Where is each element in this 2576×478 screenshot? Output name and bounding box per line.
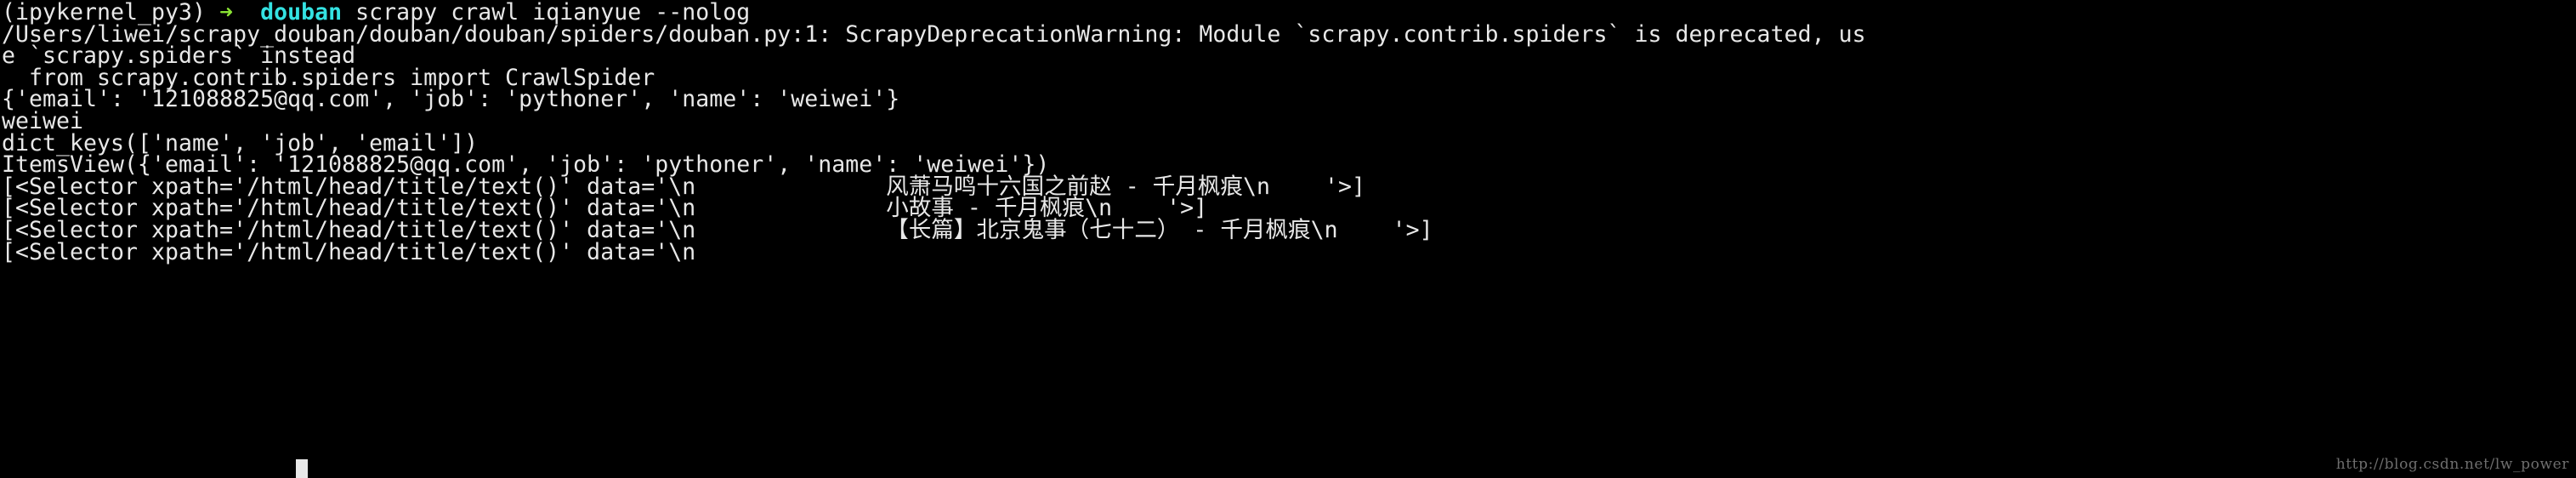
output-line: e `scrapy.spiders` instead [2, 43, 356, 70]
output-line: ItemsView({'email': '121088825@qq.com', … [2, 151, 1050, 179]
output-line: /Users/liwei/scrapy_douban/douban/douban… [2, 20, 1866, 48]
prompt-line: (ipykernel_py3) ➜ douban scrapy crawl iq… [0, 1, 2576, 24]
output-line: weiwei [2, 107, 84, 134]
text-cursor [296, 459, 308, 478]
output-line: {'email': '121088825@qq.com', 'job': 'py… [2, 86, 900, 113]
output-line: [<Selector xpath='/html/head/title/text(… [2, 216, 1433, 243]
watermark-url: http://blog.csdn.net/lw_power [2335, 456, 2569, 473]
output-line-partial: [<Selector xpath='/html/head/title/text(… [2, 238, 696, 265]
terminal-output: (ipykernel_py3) ➜ douban scrapy crawl iq… [0, 1, 2576, 265]
terminal-window[interactable]: (ipykernel_py3) ➜ douban scrapy crawl iq… [0, 0, 2576, 478]
